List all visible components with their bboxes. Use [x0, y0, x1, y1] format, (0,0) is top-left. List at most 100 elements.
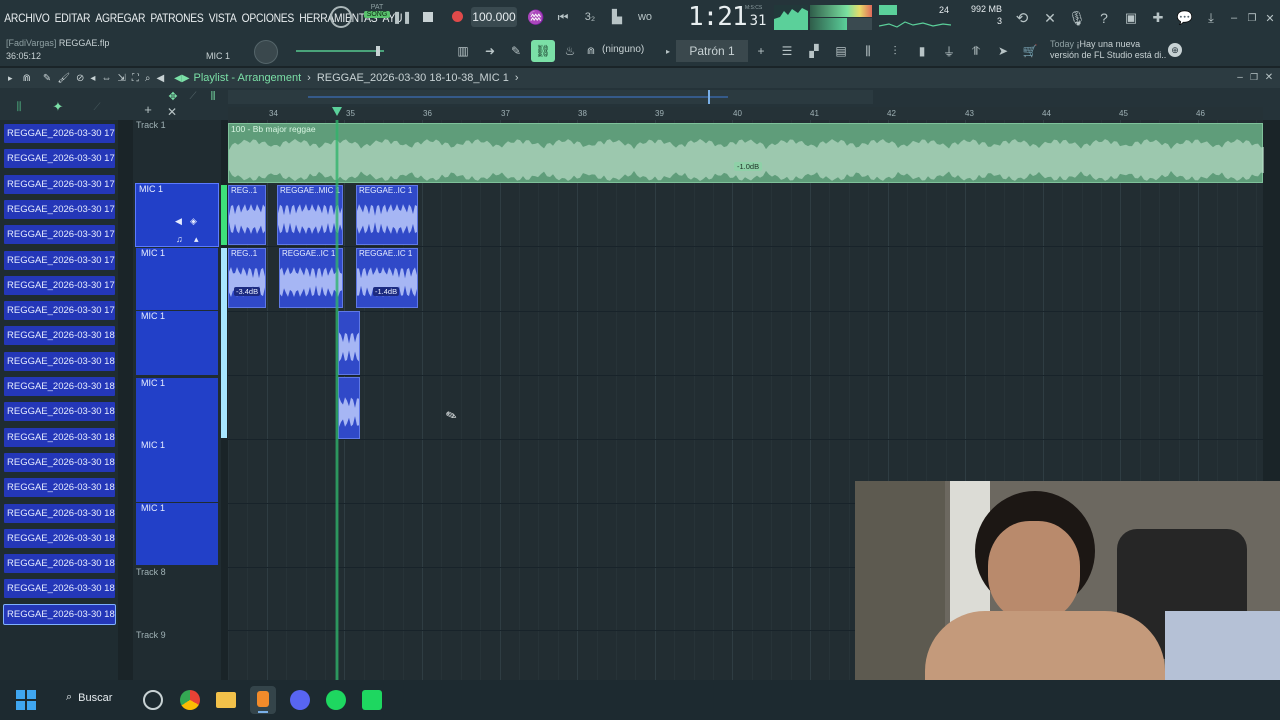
- browser-item[interactable]: REGGAE_2026-03-30 18-..: [4, 478, 115, 498]
- download-icon[interactable]: ⤓: [1201, 8, 1221, 28]
- mic-clip-6[interactable]: REGGAE..IC 1 -1.4dB: [356, 248, 418, 308]
- record-button[interactable]: [452, 11, 463, 22]
- master-slider[interactable]: [296, 46, 384, 56]
- mic-icon[interactable]: 🎙: [1067, 8, 1087, 28]
- track-mute-icon[interactable]: ◀: [175, 216, 182, 227]
- overview-scroll[interactable]: [228, 90, 873, 104]
- track-mic-header-6[interactable]: MIC 1: [136, 503, 218, 565]
- stop-button[interactable]: [423, 12, 433, 22]
- browser-item[interactable]: REGGAE_2026-03-30 17-..: [4, 301, 115, 321]
- menu-agregar[interactable]: AGREGAR: [95, 11, 145, 25]
- magnet-tool-icon[interactable]: ⋒: [23, 73, 31, 84]
- browser-item[interactable]: REGGAE_2026-03-30 18-..: [4, 452, 115, 472]
- pause-button[interactable]: ❚❚: [392, 10, 412, 24]
- browser-item[interactable]: REGGAE_2026-03-30 17-..: [4, 149, 115, 169]
- copilot-icon[interactable]: [143, 690, 163, 710]
- mic-clip-1[interactable]: REG..1: [228, 185, 266, 245]
- slice-tool-icon[interactable]: ⇲: [117, 73, 125, 84]
- browser-item[interactable]: REGGAE_2026-03-30 17-..: [4, 124, 115, 143]
- step-edit-icon[interactable]: ▙: [606, 9, 628, 25]
- volume-knob[interactable]: [254, 40, 278, 64]
- browser-item[interactable]: REGGAE_2026-03-30 18-..: [3, 603, 116, 625]
- magnet-icon[interactable]: ⋒: [584, 44, 598, 58]
- cart-icon[interactable]: 🛒: [1019, 42, 1041, 60]
- blend-icon[interactable]: wo: [634, 9, 656, 25]
- browser-item[interactable]: REGGAE_2026-03-30 18-..: [4, 503, 115, 523]
- browser-item[interactable]: REGGAE_2026-03-30 18-..: [4, 528, 115, 548]
- help-icon[interactable]: ?: [1094, 8, 1114, 28]
- stamp-icon[interactable]: ♨: [560, 42, 580, 60]
- headphones-icon[interactable]: ♫: [176, 234, 183, 244]
- pattern-select[interactable]: Patrón 1: [676, 40, 748, 62]
- audio-mode-icon[interactable]: ✦: [48, 98, 68, 116]
- mute-tool-icon[interactable]: ◂: [90, 73, 95, 84]
- track-mic-header-5[interactable]: MIC 1: [136, 440, 218, 502]
- pat-song-switch[interactable]: PAT SONG: [364, 4, 390, 30]
- chrome-icon[interactable]: [180, 690, 200, 710]
- spotify-icon[interactable]: [326, 690, 346, 710]
- tempo-display[interactable]: 100.000: [471, 7, 517, 27]
- add-pattern-icon[interactable]: +: [754, 44, 768, 58]
- menu-vista[interactable]: VISTA: [209, 11, 237, 25]
- plug-icon[interactable]: ⏚: [938, 42, 960, 60]
- remove-track-icon[interactable]: ✕: [165, 105, 179, 119]
- playlist-maximize-icon[interactable]: ❐: [1248, 71, 1260, 83]
- globe-icon[interactable]: ⊕: [1168, 43, 1182, 57]
- add-track-icon[interactable]: +: [141, 102, 155, 117]
- plugin-icon[interactable]: ✚: [1148, 8, 1168, 28]
- browser-item[interactable]: REGGAE_2026-03-30 18-..: [4, 326, 115, 346]
- snap-select[interactable]: (ninguno): [602, 44, 644, 55]
- metronome-icon[interactable]: ♒: [526, 9, 546, 25]
- pattern-mode-icon[interactable]: ⫼: [12, 100, 26, 114]
- track-8-header[interactable]: Track 8: [136, 567, 218, 629]
- track-mic-header-4[interactable]: MIC 1: [136, 378, 218, 440]
- wait-icon[interactable]: ⏮: [553, 9, 573, 25]
- track-9-header[interactable]: Track 9: [136, 630, 218, 680]
- countdown-icon[interactable]: 3₂: [579, 9, 601, 25]
- browser-item[interactable]: REGGAE_2026-03-30 17-..: [4, 275, 115, 295]
- select-tool-icon[interactable]: ⛶: [132, 73, 139, 84]
- fl-studio-taskbar[interactable]: [250, 686, 276, 714]
- pick-icon[interactable]: ⥣: [965, 42, 987, 60]
- menu-editar[interactable]: EDITAR: [55, 11, 91, 25]
- track-solo-icon[interactable]: ◈: [190, 216, 197, 227]
- mic-clip-5[interactable]: REGGAE..IC 1: [279, 248, 343, 308]
- mixer-icon[interactable]: ⫼: [857, 42, 879, 60]
- play-tool-icon[interactable]: ◀: [156, 73, 164, 84]
- discord-icon[interactable]: [290, 690, 310, 710]
- browser-item[interactable]: REGGAE_2026-03-30 17-..: [4, 174, 115, 194]
- browser-item[interactable]: REGGAE_2026-03-30 18-..: [4, 427, 115, 447]
- taskbar-search[interactable]: ⌕ Buscar: [66, 691, 112, 704]
- draw-tool-icon[interactable]: ✎: [43, 73, 51, 84]
- slider-handle[interactable]: [376, 46, 380, 56]
- automation-mode-icon[interactable]: ⟋: [90, 100, 104, 114]
- playhead-line[interactable]: [335, 120, 339, 680]
- browser-item[interactable]: REGGAE_2026-03-30 18-..: [4, 351, 115, 371]
- mic-clip-3[interactable]: REGGAE..IC 1: [356, 185, 418, 245]
- mic-clip-7[interactable]: [338, 311, 360, 375]
- track-1-header[interactable]: Track 1: [136, 120, 218, 182]
- mic-clip-2[interactable]: REGGAE..MIC 1: [277, 185, 343, 245]
- browser-item[interactable]: REGGAE_2026-03-30 17-..: [4, 225, 115, 245]
- news-panel[interactable]: Today ¡Hay una nueva versión de FL Studi…: [1050, 39, 1168, 61]
- audio-clip-reggae[interactable]: 100 - Bb major reggae -1.0dB: [228, 123, 1264, 183]
- pencil-icon[interactable]: ✎: [506, 42, 526, 60]
- close-icon[interactable]: ✕: [1262, 10, 1278, 26]
- time-display[interactable]: 1:21 31 M:S:CS: [688, 2, 766, 34]
- capcut-icon[interactable]: [362, 690, 382, 710]
- pattern-prev-icon[interactable]: ▸: [662, 44, 674, 58]
- paint-tool-icon[interactable]: 🖌: [57, 73, 70, 84]
- grid-icon[interactable]: ⫼: [206, 89, 220, 103]
- windows-start-icon[interactable]: [16, 690, 36, 710]
- piano-roll-icon[interactable]: ▥: [452, 42, 474, 60]
- timeline-ruler[interactable]: 34 35 36 37 38 39 40 41 42 43 44 45 46: [228, 107, 1263, 120]
- slip-tool-icon[interactable]: ⇔: [101, 73, 111, 84]
- mixer-alt-icon[interactable]: ⫶: [884, 42, 906, 60]
- arrow-icon[interactable]: ➜: [480, 42, 500, 60]
- browser-item[interactable]: REGGAE_2026-03-30 18-..: [4, 579, 115, 599]
- zoom-tool-icon[interactable]: ⌕: [145, 73, 151, 84]
- browser-item[interactable]: REGGAE_2026-03-30 18-..: [4, 402, 115, 422]
- mic-clip-4[interactable]: REG..1 -3.4dB: [228, 248, 266, 308]
- track-mic-header-3[interactable]: MIC 1: [136, 311, 218, 375]
- menu-opciones[interactable]: OPCIONES: [242, 11, 295, 25]
